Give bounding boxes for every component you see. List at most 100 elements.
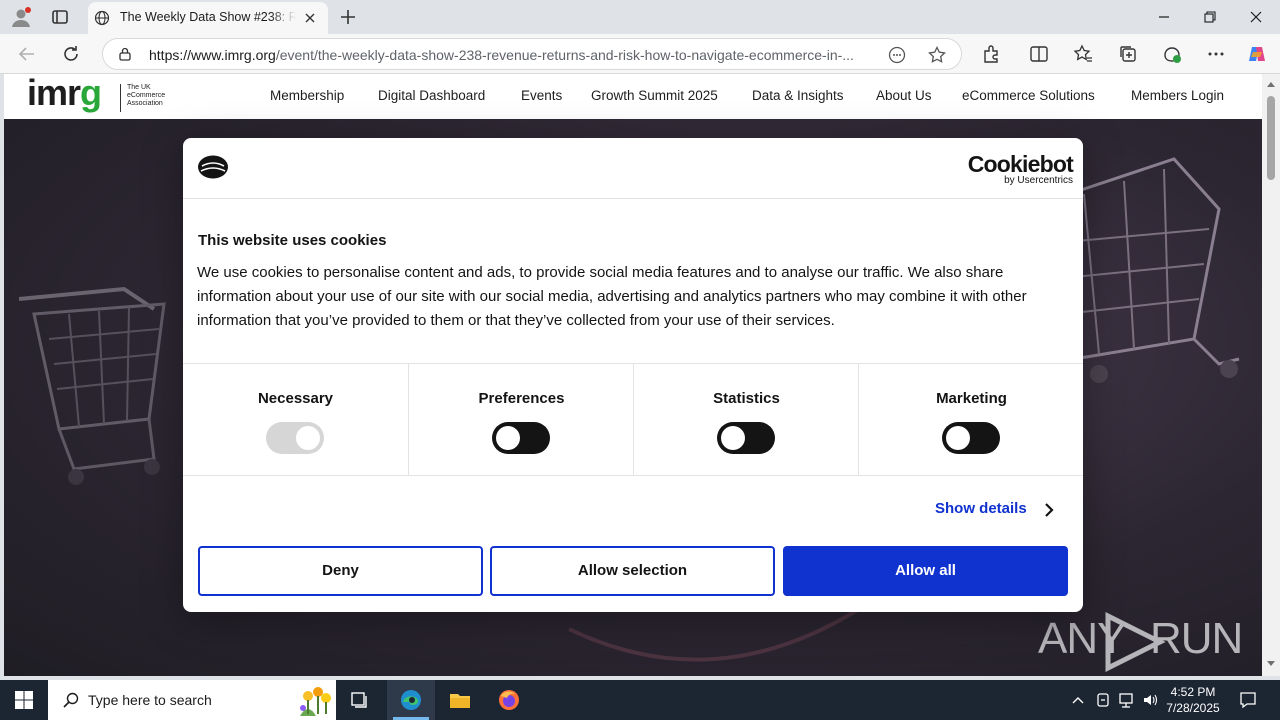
- scroll-thumb[interactable]: [1267, 96, 1275, 180]
- favorites-icon[interactable]: [1072, 43, 1094, 65]
- allow-selection-button[interactable]: Allow selection: [490, 546, 775, 596]
- category-label: Preferences: [478, 390, 565, 407]
- profile-icon[interactable]: [10, 6, 32, 28]
- nav-about-us[interactable]: About Us: [876, 88, 932, 103]
- statistics-toggle[interactable]: [717, 422, 775, 454]
- refresh-icon[interactable]: [60, 43, 82, 65]
- device-icon[interactable]: [1095, 691, 1111, 709]
- restore-icon[interactable]: [1199, 6, 1221, 28]
- preferences-toggle[interactable]: [492, 422, 550, 454]
- toggle-knob: [296, 426, 320, 450]
- anyrun-watermark: ANY RUN: [1038, 610, 1243, 672]
- taskbar-file-explorer[interactable]: [436, 680, 484, 720]
- cookie-dialog-text: We use cookies to personalise content an…: [197, 264, 1027, 329]
- toggle-knob: [946, 426, 970, 450]
- back-icon[interactable]: [16, 43, 38, 65]
- taskbar-search-box[interactable]: Type here to search: [48, 680, 336, 720]
- tab-actions-icon[interactable]: [50, 7, 70, 27]
- allow-all-button[interactable]: Allow all: [783, 546, 1068, 596]
- tab-active[interactable]: The Weekly Data Show #238: Revenue Retur…: [88, 2, 328, 34]
- task-view-icon: [351, 692, 367, 708]
- folder-icon: [450, 694, 470, 708]
- network-icon[interactable]: [1118, 691, 1134, 709]
- more-options-icon[interactable]: [1205, 43, 1227, 65]
- necessary-toggle: [266, 422, 324, 454]
- deny-button[interactable]: Deny: [198, 546, 483, 596]
- globe-icon: [94, 10, 110, 26]
- collections-icon[interactable]: [1117, 43, 1139, 65]
- url-path: /event/the-weekly-data-show-238-revenue-…: [275, 47, 854, 63]
- task-view-button[interactable]: [336, 680, 384, 720]
- chevron-right-icon[interactable]: [1043, 502, 1055, 518]
- taskbar-firefox[interactable]: [485, 680, 533, 720]
- nav-events[interactable]: Events: [521, 88, 562, 103]
- url-domain: https://www.imrg.org: [149, 47, 276, 63]
- browser-toolbar: https://www.imrg.org/event/the-weekly-da…: [0, 34, 1280, 74]
- shopping-cart-image-left: [18, 286, 166, 485]
- lock-icon[interactable]: [117, 46, 133, 62]
- scroll-down-icon[interactable]: [1266, 660, 1276, 668]
- logo-tagline: The UK eCommerce Association: [127, 84, 166, 107]
- clock-date: 7/28/2025: [1166, 701, 1220, 715]
- close-tab-icon[interactable]: [302, 10, 318, 26]
- category-preferences: Preferences: [408, 364, 633, 476]
- volume-icon[interactable]: [1142, 691, 1158, 709]
- cookie-dialog-title: This website uses cookies: [198, 232, 387, 249]
- category-label: Necessary: [257, 390, 334, 407]
- tab-title: The Weekly Data Show #238: Revenue Retur…: [120, 10, 296, 24]
- extensions-icon[interactable]: [980, 43, 1002, 65]
- cookie-categories: Necessary Preferences Statistics Marketi…: [183, 363, 1083, 476]
- toggle-knob: [721, 426, 745, 450]
- url-text[interactable]: https://www.imrg.org/event/the-weekly-da…: [149, 47, 877, 63]
- favorite-star-icon[interactable]: [927, 45, 947, 65]
- taskbar-edge[interactable]: [387, 680, 435, 720]
- copilot-icon[interactable]: [1246, 43, 1268, 65]
- nav-growth-summit[interactable]: Growth Summit 2025: [591, 88, 718, 103]
- category-marketing: Marketing: [858, 364, 1083, 476]
- clock-time: 4:52 PM: [1170, 685, 1216, 699]
- browser-tab-bar: The Weekly Data Show #238: Revenue Retur…: [0, 0, 1280, 34]
- toggle-knob: [496, 426, 520, 450]
- search-placeholder: Type here to search: [88, 692, 212, 708]
- nav-data-insights[interactable]: Data & Insights: [752, 88, 844, 103]
- logo-word-main: imr: [27, 74, 81, 113]
- edge-icon: [401, 690, 421, 710]
- nav-membership[interactable]: Membership: [270, 88, 344, 103]
- search-highlight-flowers-icon: [300, 687, 331, 716]
- nav-digital-dashboard[interactable]: Digital Dashboard: [378, 88, 485, 103]
- notifications-icon[interactable]: [1238, 690, 1258, 710]
- chevron-up-icon[interactable]: [1070, 691, 1086, 709]
- watermark-right-text: RUN: [1150, 614, 1243, 663]
- split-screen-icon[interactable]: [1028, 43, 1050, 65]
- windows-start-icon[interactable]: [14, 690, 34, 710]
- firefox-icon: [499, 690, 519, 710]
- cookie-logo-icon: [198, 155, 228, 179]
- cookie-consent-dialog: Cookiebot by Usercentrics This website u…: [183, 138, 1083, 612]
- browser-essentials-icon[interactable]: [1161, 43, 1183, 65]
- cookiebot-name: Cookiebot: [967, 151, 1074, 177]
- read-aloud-icon[interactable]: [887, 45, 907, 65]
- nav-ecommerce-solutions[interactable]: eCommerce Solutions: [962, 88, 1095, 103]
- logo-divider: [120, 84, 121, 112]
- site-header: imrg The UK eCommerce Association Member…: [4, 74, 1262, 119]
- page-scrollbar[interactable]: [1262, 74, 1280, 676]
- address-bar[interactable]: https://www.imrg.org/event/the-weekly-da…: [102, 38, 962, 70]
- windows-taskbar: Type here to search 4:52 PM 7/28/2025: [0, 680, 1280, 720]
- nav-members-login[interactable]: Members Login: [1131, 88, 1224, 103]
- show-details-link[interactable]: Show details: [935, 500, 1027, 517]
- logo-wordmark: imrg: [27, 74, 102, 114]
- new-tab-icon[interactable]: [338, 7, 358, 27]
- category-necessary: Necessary: [183, 364, 408, 476]
- taskbar-clock[interactable]: 4:52 PM 7/28/2025: [1160, 684, 1226, 716]
- logo-word-accent: g: [80, 74, 102, 113]
- minimize-icon[interactable]: [1153, 6, 1175, 28]
- category-label: Marketing: [936, 390, 1007, 407]
- imrg-logo[interactable]: imrg The UK eCommerce Association: [27, 74, 177, 118]
- search-icon: [63, 692, 79, 708]
- category-label: Statistics: [713, 390, 780, 407]
- close-window-icon[interactable]: [1245, 6, 1267, 28]
- marketing-toggle[interactable]: [942, 422, 1000, 454]
- cookie-dialog-header: Cookiebot by Usercentrics: [183, 138, 1083, 199]
- scroll-up-icon[interactable]: [1266, 80, 1276, 88]
- category-statistics: Statistics: [633, 364, 858, 476]
